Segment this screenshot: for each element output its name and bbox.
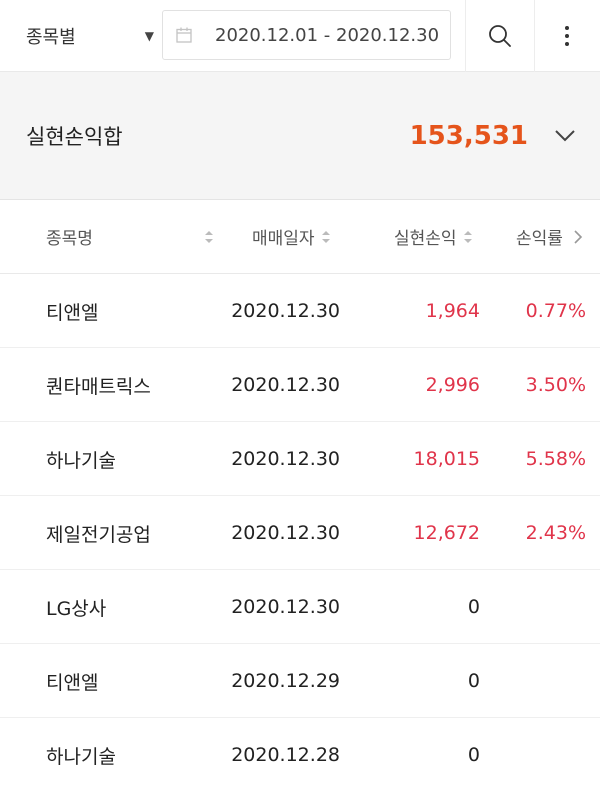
- sort-icon: [205, 230, 213, 243]
- stock-name: 티앤엘: [46, 671, 99, 694]
- column-header-pl[interactable]: 실현손익: [394, 224, 473, 249]
- search-icon: [489, 25, 511, 47]
- trade-date: 2020.12.30: [231, 522, 340, 544]
- trade-date: 2020.12.30: [231, 374, 340, 396]
- column-header-name[interactable]: 종목명: [46, 224, 214, 249]
- table-row[interactable]: LG상사 2020.12.30 0: [0, 570, 600, 644]
- summary-title: 실현손익합: [26, 125, 123, 149]
- chevron-down-icon[interactable]: [554, 129, 576, 143]
- trade-date: 2020.12.29: [231, 670, 340, 692]
- table-row[interactable]: 티앤엘 2020.12.29 0: [0, 644, 600, 718]
- realized-pl: 0: [467, 744, 480, 766]
- calendar-icon: [176, 27, 192, 43]
- chevron-right-icon[interactable]: [573, 229, 583, 245]
- top-bar: 종목별 ▼ 2020.12.01 - 2020.12.30: [0, 0, 600, 72]
- stock-name: 하나기술: [46, 449, 116, 472]
- trade-date: 2020.12.30: [231, 300, 340, 322]
- realized-pl: 0: [467, 670, 480, 692]
- realized-pl: 18,015: [413, 448, 480, 470]
- realized-pl: 2,996: [425, 374, 480, 396]
- filter-dropdown[interactable]: 종목별 ▼: [26, 0, 154, 72]
- table-header: 종목명 매매일자 실현손익 손익률: [0, 200, 600, 274]
- pl-rate: 0.77%: [525, 300, 586, 322]
- realized-pl: 12,672: [413, 522, 480, 544]
- realized-pl: 1,964: [425, 300, 480, 322]
- caret-down-icon: ▼: [144, 29, 154, 43]
- column-header-rate[interactable]: 손익률: [516, 224, 583, 249]
- table-row[interactable]: 퀀타매트릭스 2020.12.30 2,996 3.50%: [0, 348, 600, 422]
- summary-value: 153,531: [409, 121, 528, 151]
- sort-icon: [463, 230, 472, 243]
- stock-name: 퀀타매트릭스: [46, 375, 151, 398]
- trade-date: 2020.12.28: [231, 744, 340, 766]
- column-header-date[interactable]: 매매일자: [252, 224, 331, 249]
- pl-rate: 3.50%: [525, 374, 586, 396]
- date-range-field[interactable]: 2020.12.01 - 2020.12.30: [162, 10, 451, 60]
- column-label: 실현손익: [394, 229, 457, 249]
- column-label: 매매일자: [252, 229, 315, 249]
- table-row[interactable]: 하나기술 2020.12.30 18,015 5.58%: [0, 422, 600, 496]
- stock-name: 하나기술: [46, 745, 116, 768]
- search-button[interactable]: [466, 0, 534, 72]
- summary-panel[interactable]: 실현손익합 153,531: [0, 72, 600, 200]
- stock-name: LG상사: [46, 597, 107, 620]
- table-body: 티앤엘 2020.12.30 1,964 0.77% 퀀타매트릭스 2020.1…: [0, 274, 600, 785]
- column-label: 손익률: [516, 229, 563, 249]
- table-row[interactable]: 제일전기공업 2020.12.30 12,672 2.43%: [0, 496, 600, 570]
- pl-rate: 2.43%: [525, 522, 586, 544]
- more-vertical-icon: [565, 26, 569, 46]
- table-row[interactable]: 하나기술 2020.12.28 0: [0, 718, 600, 785]
- more-button[interactable]: [534, 0, 600, 72]
- table-row[interactable]: 티앤엘 2020.12.30 1,964 0.77%: [0, 274, 600, 348]
- date-range-text: 2020.12.01 - 2020.12.30: [215, 24, 440, 46]
- realized-pl: 0: [467, 596, 480, 618]
- trade-date: 2020.12.30: [231, 448, 340, 470]
- column-label: 종목명: [46, 229, 93, 249]
- trade-date: 2020.12.30: [231, 596, 340, 618]
- stock-name: 티앤엘: [46, 301, 99, 324]
- filter-label: 종목별: [26, 27, 76, 48]
- sort-icon: [321, 230, 330, 243]
- pl-rate: 5.58%: [525, 448, 586, 470]
- stock-name: 제일전기공업: [46, 523, 151, 546]
